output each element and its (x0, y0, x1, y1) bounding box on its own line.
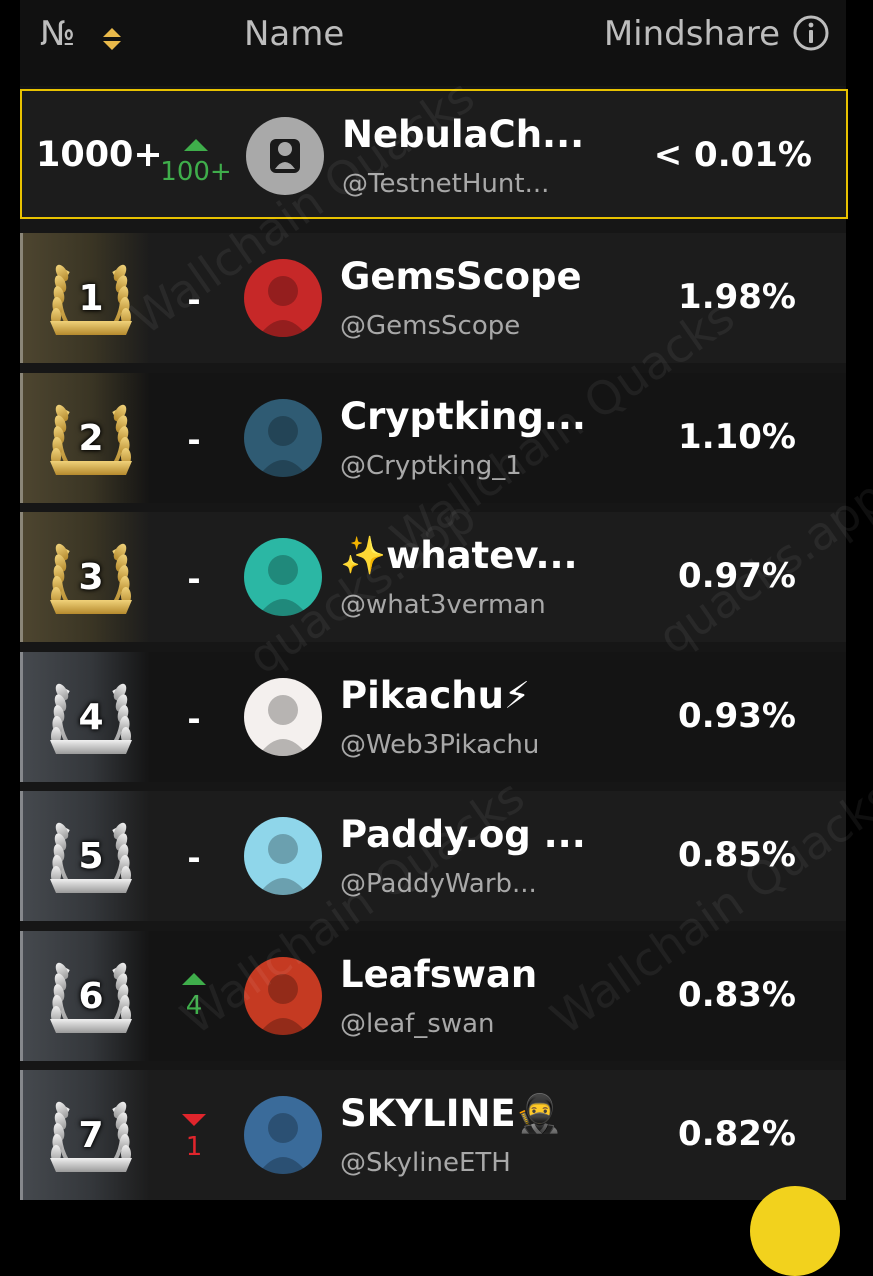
rank-change: - (187, 700, 201, 738)
mindshare-value: 0.93% (678, 696, 796, 736)
arrow-up-icon (182, 973, 206, 985)
rank-change: - (187, 281, 201, 319)
laurel-icon: 7 (42, 1088, 140, 1184)
user-avatar[interactable] (244, 817, 322, 895)
mindshare-value: 0.85% (678, 835, 796, 875)
user-name: SKYLINE🥷 (340, 1092, 562, 1135)
leaderboard-row[interactable]: 6 4 Leafswan @leaf_swan 0.83% (20, 931, 846, 1061)
user-handle: @TestnetHunt... (342, 169, 550, 199)
user-name: Leafswan (340, 953, 538, 996)
laurel-icon: 4 (42, 670, 140, 766)
rank-number: 6 (78, 976, 104, 1017)
user-name: ✨whatev... (340, 534, 578, 577)
arrow-up-icon (184, 139, 208, 151)
table-header: № Name Mindshare (20, 0, 846, 86)
user-handle: @Cryptking_1 (340, 451, 522, 481)
user-handle: @Web3Pikachu (340, 730, 540, 760)
leaderboard-row[interactable]: 2 - Cryptking... @Cryptking_1 1.10% (20, 373, 846, 503)
rank-number: 1 (78, 278, 104, 319)
sort-icon[interactable] (102, 26, 122, 52)
laurel-icon: 6 (42, 949, 140, 1045)
rank-number: 2 (78, 418, 104, 459)
mindshare-column-header: Mindshare (603, 14, 780, 54)
user-avatar[interactable] (244, 538, 322, 616)
rank-change: 4 (154, 973, 234, 1021)
rank-column-header: № (40, 14, 76, 54)
rank-change: - (187, 560, 201, 598)
laurel-icon: 1 (42, 251, 140, 347)
leaderboard-panel: № Name Mindshare 1000+ 100+ NebulaCh... … (20, 0, 848, 1200)
rank-change: - (187, 421, 201, 459)
user-avatar[interactable] (244, 678, 322, 756)
rank-number: 4 (78, 697, 104, 738)
rank-number: 5 (78, 836, 104, 877)
mindshare-value: < 0.01% (653, 135, 812, 175)
rank-change: 100+ (156, 139, 236, 187)
current-user-row[interactable]: 1000+ 100+ NebulaCh... @TestnetHunt... <… (20, 89, 848, 219)
arrow-down-icon (182, 1114, 206, 1126)
user-name: NebulaCh... (342, 113, 585, 156)
leaderboard-row[interactable]: 5 - Paddy.og ... @PaddyWarb... 0.85% (20, 791, 846, 921)
user-avatar[interactable] (244, 259, 322, 337)
user-name: Cryptking... (340, 395, 586, 438)
user-name: GemsScope (340, 255, 582, 298)
user-handle: @SkylineETH (340, 1148, 511, 1178)
rank-change-value: 4 (185, 991, 203, 1021)
leaderboard-row[interactable]: 7 1 SKYLINE🥷 @SkylineETH 0.82% (20, 1070, 846, 1200)
info-icon[interactable] (792, 14, 830, 52)
mindshare-value: 1.10% (678, 417, 796, 457)
user-name: Pikachu⚡ (340, 674, 530, 717)
rank-change: - (187, 839, 201, 877)
mindshare-value: 0.97% (678, 556, 796, 596)
laurel-icon: 5 (42, 809, 140, 905)
user-handle: @what3verman (340, 590, 546, 620)
mindshare-value: 1.98% (678, 277, 796, 317)
rank-change: 1 (154, 1114, 234, 1162)
leaderboard-row[interactable]: 3 - ✨whatev... @what3verman 0.97% (20, 512, 846, 642)
user-handle: @GemsScope (340, 311, 521, 341)
default-avatar-icon (246, 117, 324, 195)
rank-number: 7 (78, 1115, 104, 1156)
user-avatar[interactable] (244, 399, 322, 477)
user-avatar[interactable] (244, 1096, 322, 1174)
user-name: Paddy.og ... (340, 813, 586, 856)
rank-number: 3 (78, 557, 104, 598)
user-avatar[interactable] (244, 957, 322, 1035)
leaderboard-row[interactable]: 1 - GemsScope @GemsScope 1.98% (20, 233, 846, 363)
user-handle: @leaf_swan (340, 1009, 495, 1039)
current-user-rank: 1000+ (36, 135, 163, 175)
user-handle: @PaddyWarb... (340, 869, 537, 899)
rank-change-value: 100+ (160, 157, 232, 187)
mindshare-value: 0.83% (678, 975, 796, 1015)
laurel-icon: 3 (42, 530, 140, 626)
laurel-icon: 2 (42, 391, 140, 487)
leaderboard-row[interactable]: 4 - Pikachu⚡ @Web3Pikachu 0.93% (20, 652, 846, 782)
name-column-header: Name (244, 14, 345, 54)
mindshare-value: 0.82% (678, 1114, 796, 1154)
rank-change-value: 1 (185, 1132, 203, 1162)
